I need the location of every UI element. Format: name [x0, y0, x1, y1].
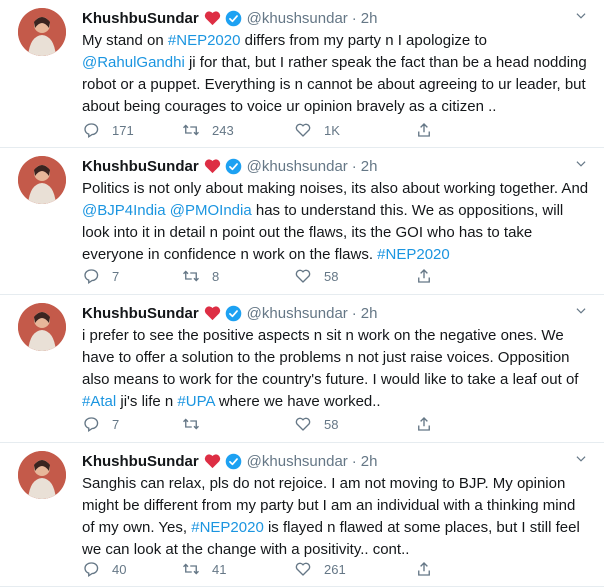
- tweet-text: Politics is not only about making noises…: [82, 178, 590, 266]
- verified-icon: [225, 10, 241, 26]
- author-handle[interactable]: @khushsundar: [247, 453, 348, 470]
- tweet-text-segment: ji's life n: [116, 393, 178, 410]
- retweet-icon: [183, 418, 199, 430]
- retweet-icon: [183, 563, 199, 575]
- tweet-text: Sanghis can relax, pls do not rejoice. I…: [82, 473, 590, 561]
- separator-dot: ·: [351, 157, 357, 175]
- like-icon: [295, 123, 311, 137]
- share-icon: [418, 417, 430, 431]
- share-button[interactable]: [415, 120, 433, 140]
- retweet-count: 243: [212, 122, 234, 138]
- tweet-timestamp[interactable]: 2h: [361, 453, 378, 470]
- author-handle[interactable]: @khushsundar: [247, 305, 348, 322]
- tweet-text: i prefer to see the positive aspects n s…: [82, 325, 590, 413]
- avatar[interactable]: [18, 303, 66, 351]
- like-button[interactable]: 58: [294, 414, 338, 434]
- like-count: 261: [324, 561, 346, 577]
- tweet[interactable]: KhushbuSundar @khushsundar · 2h My stand…: [0, 0, 604, 148]
- hashtag-link[interactable]: #Atal: [82, 393, 116, 410]
- avatar[interactable]: [18, 8, 66, 56]
- author-name[interactable]: KhushbuSundar: [82, 158, 199, 175]
- avatar[interactable]: [18, 156, 66, 204]
- reply-icon: [84, 562, 99, 578]
- tweet-timestamp[interactable]: 2h: [361, 305, 378, 322]
- mention-link[interactable]: @PMOIndia: [170, 202, 252, 219]
- share-button[interactable]: [415, 414, 433, 434]
- mention-link[interactable]: @RahulGandhi: [82, 54, 185, 71]
- share-button[interactable]: [415, 559, 433, 579]
- retweet-button[interactable]: [182, 414, 212, 434]
- separator-dot: ·: [351, 9, 357, 27]
- chevron-down-icon[interactable]: [574, 9, 588, 23]
- hashtag-link[interactable]: #NEP2020: [168, 32, 241, 49]
- tweet-timestamp[interactable]: 2h: [361, 10, 378, 27]
- avatar[interactable]: [18, 451, 66, 499]
- reply-icon: [84, 269, 99, 285]
- tweet-text-segment: differs from my party n I apologize to: [240, 32, 487, 49]
- chevron-down-icon[interactable]: [574, 157, 588, 171]
- like-count: 58: [324, 268, 339, 284]
- reply-count: 7: [112, 268, 120, 284]
- reply-count: 7: [112, 416, 120, 432]
- author-name[interactable]: KhushbuSundar: [82, 453, 199, 470]
- like-button[interactable]: 58: [294, 266, 338, 286]
- like-button[interactable]: 1K: [294, 120, 340, 140]
- separator-dot: ·: [351, 452, 357, 470]
- tweet-text-segment: Politics is not only about making noises…: [82, 180, 589, 197]
- reply-count: 171: [112, 122, 134, 138]
- heart-emoji-icon: [204, 159, 220, 174]
- retweet-button[interactable]: 41: [182, 559, 226, 579]
- share-icon: [418, 269, 430, 283]
- retweet-count: 41: [212, 561, 227, 577]
- like-icon: [295, 562, 311, 576]
- retweet-count: 8: [212, 268, 220, 284]
- chevron-down-icon[interactable]: [574, 304, 588, 318]
- author-handle[interactable]: @khushsundar: [247, 10, 348, 27]
- share-icon: [418, 123, 430, 137]
- retweet-icon: [183, 270, 199, 282]
- reply-icon: [84, 417, 99, 433]
- like-icon: [295, 269, 311, 283]
- tweet-text: My stand on #NEP2020 differs from my par…: [82, 30, 590, 118]
- tweet-text-segment: i prefer to see the positive aspects n s…: [82, 327, 579, 388]
- heart-emoji-icon: [204, 11, 220, 26]
- reply-button[interactable]: 40: [82, 559, 126, 579]
- reply-button[interactable]: 171: [82, 120, 134, 140]
- tweet[interactable]: KhushbuSundar @khushsundar · 2h i prefer…: [0, 295, 604, 443]
- verified-icon: [225, 453, 241, 469]
- reply-button[interactable]: 7: [82, 414, 119, 434]
- like-icon: [295, 417, 311, 431]
- tweet[interactable]: KhushbuSundar @khushsundar · 2h Politics…: [0, 148, 604, 295]
- hashtag-link[interactable]: #NEP2020: [377, 246, 450, 263]
- verified-icon: [225, 158, 241, 174]
- tweet-timestamp[interactable]: 2h: [361, 158, 378, 175]
- tweet-text-segment: My stand on: [82, 32, 168, 49]
- mention-link[interactable]: @BJP4India: [82, 202, 166, 219]
- share-button[interactable]: [415, 266, 433, 286]
- author-name[interactable]: KhushbuSundar: [82, 305, 199, 322]
- separator-dot: ·: [351, 304, 357, 322]
- reply-icon: [84, 123, 99, 139]
- retweet-icon: [183, 124, 199, 136]
- hashtag-link[interactable]: #UPA: [177, 393, 214, 410]
- heart-emoji-icon: [204, 454, 220, 469]
- hashtag-link[interactable]: #NEP2020: [191, 519, 264, 536]
- share-icon: [418, 562, 430, 576]
- tweet-text-segment: where we have worked..: [214, 393, 381, 410]
- like-button[interactable]: 261: [294, 559, 346, 579]
- tweet-feed: KhushbuSundar @khushsundar · 2h My stand…: [0, 0, 604, 587]
- retweet-button[interactable]: 8: [182, 266, 219, 286]
- chevron-down-icon[interactable]: [574, 452, 588, 466]
- verified-icon: [225, 305, 241, 321]
- author-handle[interactable]: @khushsundar: [247, 158, 348, 175]
- author-name[interactable]: KhushbuSundar: [82, 10, 199, 27]
- retweet-button[interactable]: 243: [182, 120, 234, 140]
- like-count: 58: [324, 416, 339, 432]
- reply-count: 40: [112, 561, 127, 577]
- reply-button[interactable]: 7: [82, 266, 119, 286]
- heart-emoji-icon: [204, 306, 220, 321]
- like-count: 1K: [324, 122, 340, 138]
- tweet[interactable]: KhushbuSundar @khushsundar · 2h Sanghis …: [0, 443, 604, 587]
